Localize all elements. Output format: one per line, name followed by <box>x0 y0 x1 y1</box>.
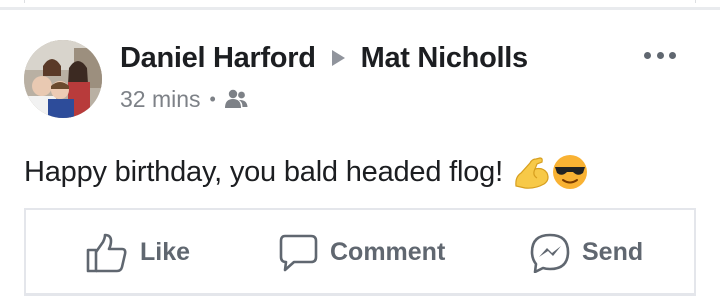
author-name[interactable]: Daniel Harford <box>120 42 316 75</box>
post-actions-bar: Like Comment Send <box>24 208 696 296</box>
post-meta: 32 mins • <box>120 84 248 114</box>
meta-separator: • <box>209 88 216 109</box>
more-options-icon[interactable] <box>644 48 676 62</box>
recipient-name[interactable]: Mat Nicholls <box>361 42 529 75</box>
post-header: Daniel Harford Mat Nicholls 32 mins • <box>24 38 696 118</box>
post-body: Happy birthday, you bald headed flog! <box>24 150 589 194</box>
speech-bubble-icon <box>278 233 318 273</box>
author-line: Daniel Harford Mat Nicholls <box>120 40 528 76</box>
post-timestamp[interactable]: 32 mins <box>120 86 201 113</box>
sunglasses-face-emoji <box>551 153 589 191</box>
flexed-biceps-emoji <box>513 153 551 191</box>
messenger-icon <box>530 233 570 273</box>
thumbs-up-icon <box>86 233 128 273</box>
right-arrow-icon <box>331 50 345 66</box>
author-avatar[interactable] <box>24 40 102 118</box>
friends-icon[interactable] <box>224 89 248 109</box>
send-button[interactable]: Send <box>530 210 643 295</box>
send-label: Send <box>582 238 644 266</box>
facebook-post-screen: Daniel Harford Mat Nicholls 32 mins • Ha… <box>0 0 720 305</box>
like-label: Like <box>140 238 191 266</box>
avatar-photo <box>24 40 102 118</box>
previous-card-edge <box>24 0 696 3</box>
like-button[interactable]: Like <box>86 210 190 295</box>
previous-post-divider <box>0 0 720 10</box>
comment-label: Comment <box>330 238 446 266</box>
post-message: Happy birthday, you bald headed flog! <box>24 155 503 188</box>
comment-button[interactable]: Comment <box>278 210 445 295</box>
